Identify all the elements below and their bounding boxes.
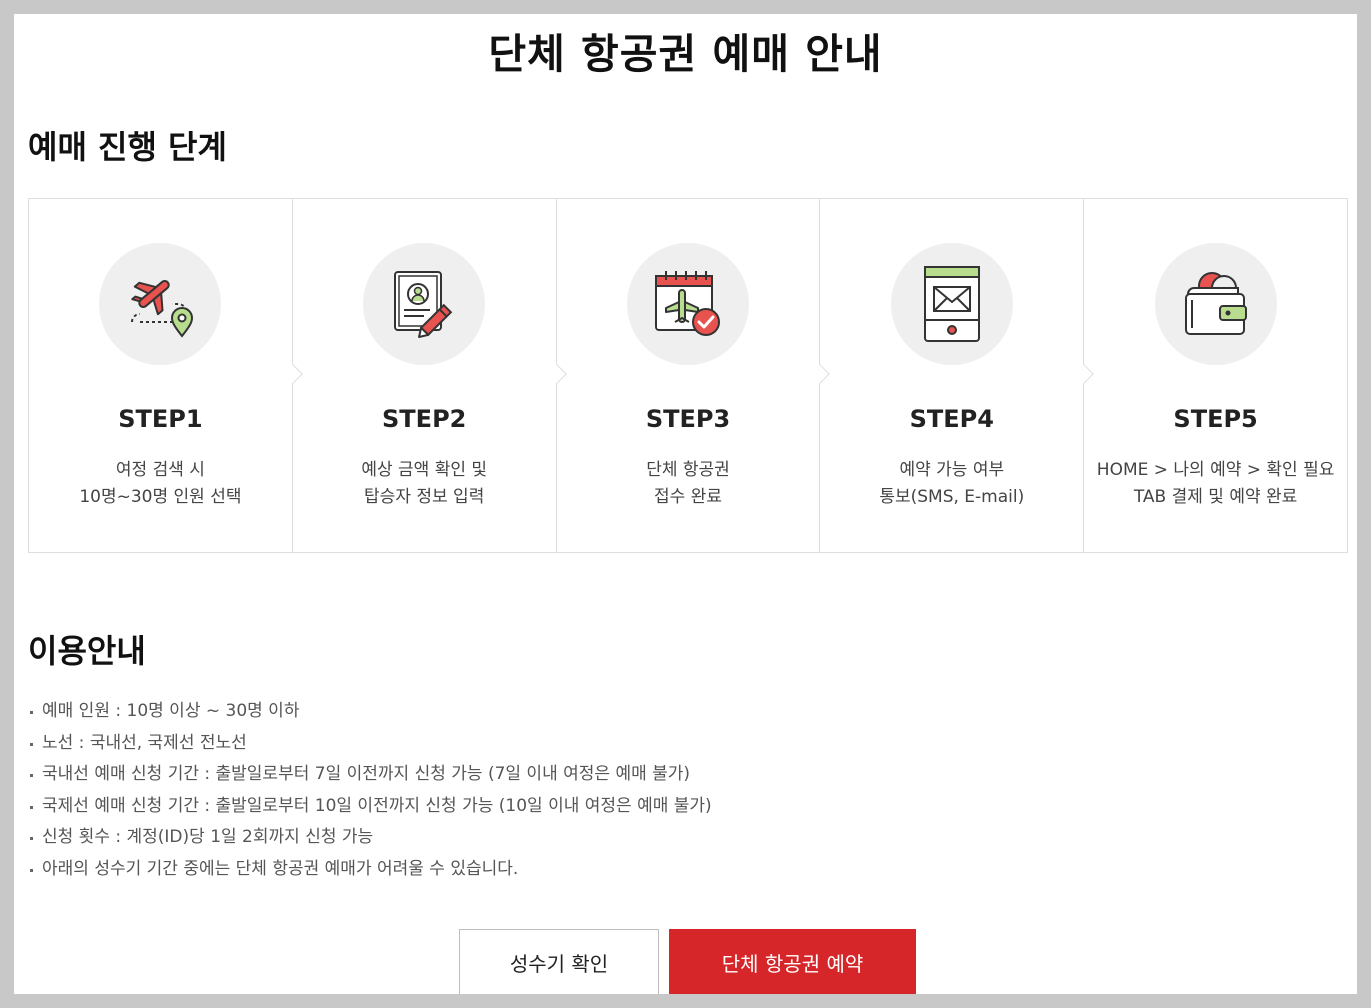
step-description-line: TAB 결제 및 예약 완료 xyxy=(1133,487,1298,507)
step-description: 예약 가능 여부 통보(SMS, E-mail) xyxy=(820,457,1083,511)
info-list: 예매 인원 : 10명 이상 ~ 30명 이하 노선 : 국내선, 국제선 전노… xyxy=(28,696,712,885)
wallet-coin-icon xyxy=(1154,243,1277,365)
step-label: STEP1 xyxy=(118,405,203,433)
step-label: STEP5 xyxy=(1173,405,1258,433)
step-2: STEP2 예상 금액 확인 및 탑승자 정보 입력 xyxy=(293,199,567,552)
step-description-line: 예상 금액 확인 및 xyxy=(361,460,488,480)
calendar-plane-check-icon xyxy=(626,243,749,365)
step-label: STEP4 xyxy=(909,405,994,433)
step-description-line: 10명~30명 인원 선택 xyxy=(79,487,242,507)
list-item: 국제선 예매 신청 기간 : 출발일로부터 10일 이전까지 신청 가능 (10… xyxy=(28,791,712,823)
steps-section-title: 예매 진행 단계 xyxy=(28,128,227,166)
step-description-line: HOME > 나의 예약 > 확인 필요 xyxy=(1096,460,1335,480)
booking-steps: STEP1 여정 검색 시 10명~30명 인원 선택 STEP2 예상 금액 … xyxy=(28,198,1348,553)
plane-route-icon xyxy=(99,243,222,365)
step-description-line: 단체 항공권 xyxy=(646,460,730,480)
peak-season-button[interactable]: 성수기 확인 xyxy=(459,929,659,994)
mobile-envelope-icon xyxy=(890,243,1013,365)
step-description: 여정 검색 시 10명~30명 인원 선택 xyxy=(29,457,292,511)
page-title: 단체 항공권 예매 안내 xyxy=(488,30,883,78)
profile-form-pencil-icon xyxy=(363,243,486,365)
list-item: 예매 인원 : 10명 이상 ~ 30명 이하 xyxy=(28,696,712,728)
step-description-line: 통보(SMS, E-mail) xyxy=(879,487,1025,507)
step-description-line: 접수 완료 xyxy=(654,487,722,507)
step-description: 단체 항공권 접수 완료 xyxy=(557,457,820,511)
content-panel: 단체 항공권 예매 안내 예매 진행 단계 STEP1 여정 검색 시 10명~… xyxy=(14,14,1357,994)
list-item: 신청 횟수 : 계정(ID)당 1일 2회까지 신청 가능 xyxy=(28,822,712,854)
step-3: STEP3 단체 항공권 접수 완료 xyxy=(557,199,831,552)
step-label: STEP3 xyxy=(645,405,731,433)
list-item: 노선 : 국내선, 국제선 전노선 xyxy=(28,728,712,760)
list-item: 아래의 성수기 기간 중에는 단체 항공권 예매가 어려울 수 있습니다. xyxy=(28,854,712,886)
step-description: 예상 금액 확인 및 탑승자 정보 입력 xyxy=(293,457,556,511)
step-description-line: 예약 가능 여부 xyxy=(899,460,1005,480)
step-5: STEP5 HOME > 나의 예약 > 확인 필요 TAB 결제 및 예약 완… xyxy=(1084,199,1347,552)
list-item: 국내선 예매 신청 기간 : 출발일로부터 7일 이전까지 신청 가능 (7일 … xyxy=(28,759,712,791)
step-label: STEP2 xyxy=(382,405,467,433)
group-booking-button[interactable]: 단체 항공권 예약 xyxy=(669,929,916,994)
info-section-title: 이용안내 xyxy=(28,632,146,670)
step-4: STEP4 예약 가능 여부 통보(SMS, E-mail) xyxy=(820,199,1095,552)
step-description: HOME > 나의 예약 > 확인 필요 TAB 결제 및 예약 완료 xyxy=(1084,457,1347,511)
step-1: STEP1 여정 검색 시 10명~30명 인원 선택 xyxy=(29,199,303,552)
step-description-line: 탑승자 정보 입력 xyxy=(364,487,485,507)
step-description-line: 여정 검색 시 xyxy=(115,460,205,480)
